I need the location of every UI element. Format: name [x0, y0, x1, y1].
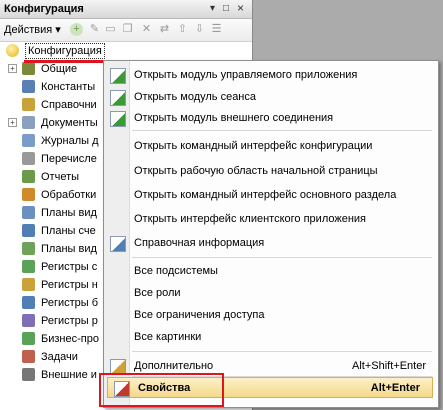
highlight-underline [24, 60, 106, 63]
menu-open-config-cmd-interface[interactable]: Открыть командный интерфейс конфигурации [104, 136, 438, 156]
menu-open-app-module[interactable]: Открыть модуль управляемого приложения [104, 65, 438, 85]
menu-item-label: Открыть модуль сеанса [134, 91, 257, 103]
tree-item-label: Общие [41, 63, 78, 75]
add-icon[interactable]: + [70, 23, 83, 36]
chart-types-icon [22, 206, 35, 219]
list-icon[interactable]: ☰ [210, 23, 223, 36]
menu-item-label: Все картинки [134, 331, 202, 343]
expand-icon[interactable]: + [8, 118, 17, 127]
add-group-icon[interactable]: ▭ [104, 23, 117, 36]
tree-item-label: Отчеты [41, 171, 80, 183]
constants-icon [22, 80, 35, 93]
bizproc-icon [22, 332, 35, 345]
chart-accounts-icon [22, 224, 35, 237]
panel-titlebar: Конфигурация ▾ □ × [0, 0, 252, 19]
actions-menu[interactable]: Действия ▾ [4, 23, 61, 36]
context-menu: Открыть модуль управляемого приложения От… [103, 60, 439, 408]
menu-all-access-restrictions[interactable]: Все ограничения доступа [104, 305, 438, 325]
info-registers-icon [22, 260, 35, 273]
menu-help-info[interactable]: Справочная информация [104, 233, 438, 253]
tree-item-label: Задачи [41, 351, 78, 363]
highlight-frame [99, 373, 224, 407]
tree-item-label: Планы сче [41, 225, 96, 237]
calc-types-icon [22, 242, 35, 255]
menu-item-label: Все ограничения доступа [134, 309, 265, 321]
tree-item-label: Регистры б [41, 297, 99, 309]
move-icon[interactable]: ⇄ [158, 23, 171, 36]
menu-open-home-workarea[interactable]: Открыть рабочую область начальной страни… [104, 161, 438, 181]
tree-item-label: Константы [41, 81, 96, 93]
panel-toolbar: Действия ▾ + ✎ ▭ ❐ ✕ ⇄ ⇧ ⇩ ☰ [0, 19, 252, 42]
tree-item-label: Планы вид [41, 243, 97, 255]
menu-all-roles[interactable]: Все роли [104, 283, 438, 303]
tree-item-label: Внешние и [41, 369, 97, 381]
tree-item-label: Планы вид [41, 207, 97, 219]
menu-item-label: Все подсистемы [134, 265, 218, 277]
module-icon [110, 90, 126, 106]
close-icon[interactable]: × [237, 2, 244, 14]
menu-item-label: Открыть рабочую область начальной страни… [134, 165, 378, 177]
menu-open-ext-module[interactable]: Открыть модуль внешнего соединения [104, 108, 438, 128]
tree-item-label: Справочни [41, 99, 97, 111]
menu-open-session-module[interactable]: Открыть модуль сеанса [104, 87, 438, 107]
acc-registers-icon [22, 296, 35, 309]
catalogs-icon [22, 98, 35, 111]
tree-root-label[interactable]: Конфигурация [25, 43, 105, 59]
tree-item-label: Регистры р [41, 315, 98, 327]
tree-item-label: Журналы д [41, 135, 99, 147]
configuration-icon [6, 44, 19, 57]
tree-root-row[interactable]: Конфигурация [0, 42, 252, 60]
reports-icon [22, 170, 35, 183]
menu-separator [132, 257, 432, 258]
accum-registers-icon [22, 278, 35, 291]
tree-item-label: Регистры н [41, 279, 98, 291]
common-icon [22, 62, 35, 75]
move-up-icon[interactable]: ⇧ [176, 23, 189, 36]
pin-icon[interactable]: ▾ [210, 3, 215, 15]
copy-icon[interactable]: ❐ [121, 23, 134, 36]
tree-item-label: Регистры с [41, 261, 98, 273]
tree-item-label: Бизнес-про [41, 333, 99, 345]
menu-item-label: Открыть командный интерфейс основного ра… [134, 189, 397, 201]
menu-item-label: Открыть интерфейс клиентского приложения [134, 213, 367, 225]
menu-item-shortcut: Alt+Enter [370, 382, 420, 394]
menu-item-label: Открыть модуль внешнего соединения [134, 112, 334, 124]
menu-item-label: Справочная информация [134, 237, 265, 249]
calc-registers-icon [22, 314, 35, 327]
window-icon[interactable]: □ [223, 3, 229, 15]
menu-item-shortcut: Alt+Shift+Enter [352, 360, 426, 372]
external-icon [22, 368, 35, 381]
menu-item-label: Открыть командный интерфейс конфигурации [134, 140, 373, 152]
delete-icon[interactable]: ✕ [140, 23, 153, 36]
menu-item-label: Все роли [134, 287, 181, 299]
tree-item-label: Перечисле [41, 153, 97, 165]
documents-icon [22, 116, 35, 129]
help-icon [110, 236, 126, 252]
edit-icon[interactable]: ✎ [88, 23, 101, 36]
menu-all-pictures[interactable]: Все картинки [104, 327, 438, 347]
menu-separator [132, 351, 432, 352]
expand-icon[interactable]: + [8, 64, 17, 73]
menu-separator [132, 130, 432, 131]
tree-item-label: Документы [41, 117, 98, 129]
tree-item-label: Обработки [41, 189, 97, 201]
tasks-icon [22, 350, 35, 363]
menu-open-client-interface[interactable]: Открыть интерфейс клиентского приложения [104, 209, 438, 229]
move-down-icon[interactable]: ⇩ [193, 23, 206, 36]
journals-icon [22, 134, 35, 147]
menu-open-main-section-cmd[interactable]: Открыть командный интерфейс основного ра… [104, 185, 438, 205]
menu-item-label: Дополнительно [134, 360, 214, 372]
menu-all-subsystems[interactable]: Все подсистемы [104, 261, 438, 281]
module-icon [110, 111, 126, 127]
dataprocessors-icon [22, 188, 35, 201]
enums-icon [22, 152, 35, 165]
menu-item-label: Открыть модуль управляемого приложения [134, 69, 358, 81]
panel-title: Конфигурация [4, 3, 84, 15]
module-icon [110, 68, 126, 84]
